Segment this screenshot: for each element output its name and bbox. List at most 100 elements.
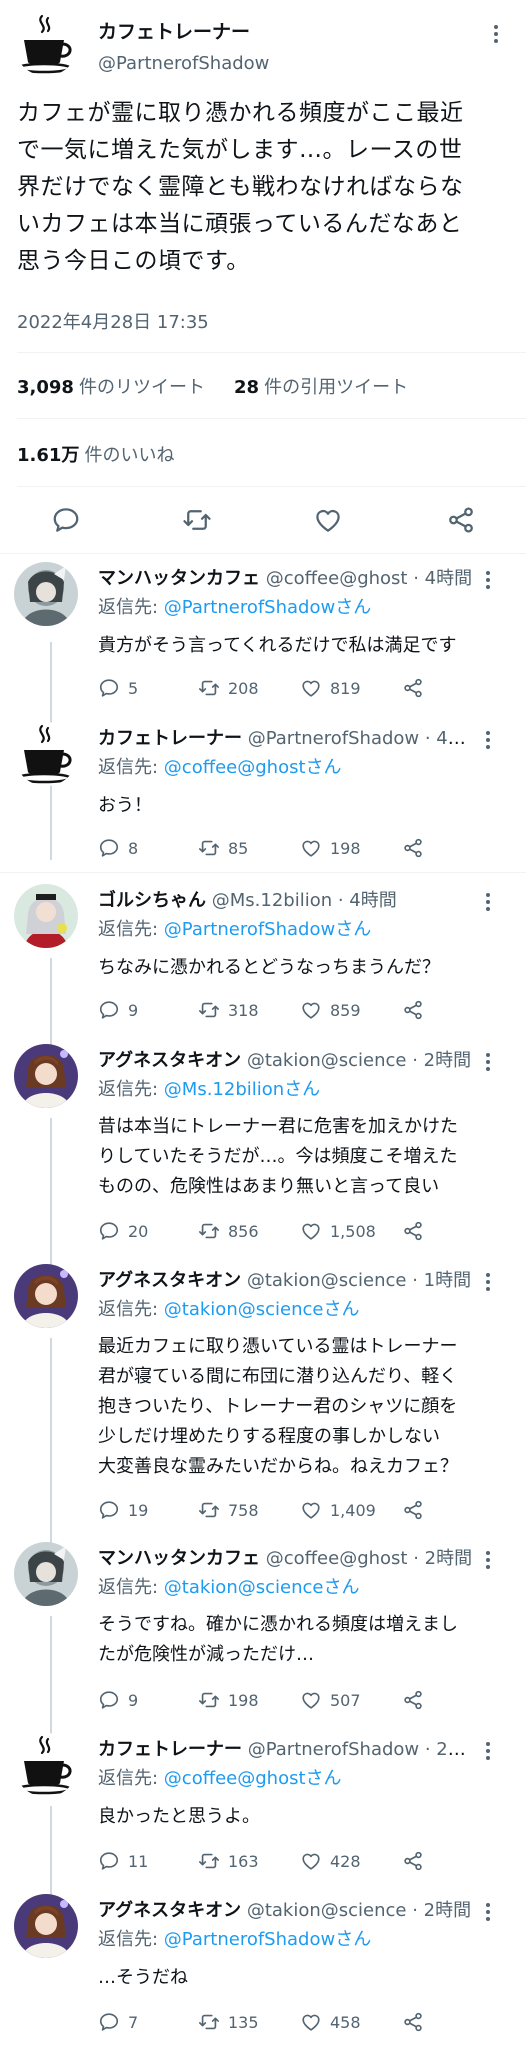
reply-author-meta[interactable]: @PartnerofShadow · 2時間 xyxy=(248,1739,478,1760)
reply-author-meta[interactable]: @takion@science · 1時間 xyxy=(247,1270,471,1291)
reply-text-line: 最近カフェに取り憑いている霊はトレーナー xyxy=(98,1336,458,1357)
avatar[interactable] xyxy=(14,12,78,76)
avatar[interactable] xyxy=(14,1733,78,1797)
more-options-icon[interactable] xyxy=(476,1548,500,1572)
reply-to-prefix: 返信先: xyxy=(98,1079,164,1100)
reply-button[interactable]: 11 xyxy=(98,1850,198,1872)
share-button[interactable] xyxy=(402,1220,432,1242)
like-button[interactable]: 859 xyxy=(300,999,402,1021)
share-icon[interactable] xyxy=(446,505,476,535)
reply-to-link[interactable]: @takion@scienceさん xyxy=(164,1299,360,1320)
reply-author-meta[interactable]: @takion@science · 2時間 xyxy=(247,1900,471,1921)
like-count: 1.61万 xyxy=(17,445,80,466)
retweet-stats[interactable]: 3,098 件のリツイート xyxy=(17,373,205,399)
reply-text-line: 君が寝ている間に布団に潜り込んだり、軽く xyxy=(98,1366,458,1387)
reply-button[interactable]: 19 xyxy=(98,1499,198,1521)
reply-author-meta[interactable]: @takion@science · 2時間 xyxy=(247,1050,471,1071)
like-button[interactable]: 1,508 xyxy=(300,1220,402,1242)
reply-button[interactable]: 9 xyxy=(98,1689,198,1711)
like-stats[interactable]: 1.61万 件のいいね xyxy=(17,441,175,467)
tweet-datetime[interactable]: 2022年4月28日 17:35 xyxy=(17,308,209,334)
reply-author-name[interactable]: マンハッタンカフェ xyxy=(98,568,260,589)
reply-to-link[interactable]: @PartnerofShadowさん xyxy=(164,919,371,940)
reply-author-name[interactable]: アグネスタキオン xyxy=(98,1900,241,1921)
reply-icon xyxy=(99,1501,119,1519)
avatar[interactable] xyxy=(14,1542,78,1606)
like-button[interactable]: 198 xyxy=(300,837,402,859)
retweet-icon[interactable] xyxy=(182,505,212,535)
more-options-icon[interactable] xyxy=(484,22,508,46)
more-options-icon[interactable] xyxy=(476,568,500,592)
reply-author-name[interactable]: アグネスタキオン xyxy=(98,1050,241,1071)
reply-button[interactable]: 8 xyxy=(98,837,198,859)
reply-text-line: 昔は本当にトレーナー君に危害を加えかけた xyxy=(98,1116,458,1137)
like-button[interactable]: 428 xyxy=(300,1850,402,1872)
reply-text: 貴方がそう言ってくれるだけで私は満足です xyxy=(98,631,503,661)
reply-to-link[interactable]: @Ms.12bilionさん xyxy=(164,1079,320,1100)
avatar[interactable] xyxy=(14,562,78,626)
reply-count: 11 xyxy=(128,1851,149,1871)
avatar[interactable] xyxy=(14,1044,78,1108)
reply-author-name[interactable]: マンハッタンカフェ xyxy=(98,1548,260,1569)
reply-button[interactable]: 9 xyxy=(98,999,198,1021)
reply-actions: 9 318 859 xyxy=(98,998,432,1022)
like-count: 1,508 xyxy=(330,1221,376,1241)
more-options-icon[interactable] xyxy=(476,1739,500,1763)
retweet-button[interactable]: 85 xyxy=(198,837,300,859)
more-options-icon[interactable] xyxy=(476,1050,500,1074)
reply-author-name[interactable]: カフェトレーナー xyxy=(98,1739,242,1760)
retweet-icon xyxy=(199,1002,219,1018)
author-handle[interactable]: @PartnerofShadow xyxy=(98,53,269,74)
reply-author-name[interactable]: カフェトレーナー xyxy=(98,728,242,749)
share-button[interactable] xyxy=(402,837,432,859)
reply-button[interactable]: 5 xyxy=(98,677,198,699)
retweet-button[interactable]: 198 xyxy=(198,1689,300,1711)
reply-header: マンハッタンカフェ @coffee@ghost · 4時間 xyxy=(98,567,478,591)
reply-author-meta[interactable]: @coffee@ghost · 4時間 xyxy=(266,568,472,589)
avatar[interactable] xyxy=(14,1264,78,1328)
retweet-button[interactable]: 208 xyxy=(198,677,300,699)
retweet-button[interactable]: 758 xyxy=(198,1499,300,1521)
reply-author-name[interactable]: アグネスタキオン xyxy=(98,1270,241,1291)
reply-author-meta[interactable]: @Ms.12bilion · 4時間 xyxy=(212,890,397,911)
reply-to-link[interactable]: @PartnerofShadowさん xyxy=(164,597,371,618)
reply-to-link[interactable]: @coffee@ghostさん xyxy=(164,1768,342,1789)
more-options-icon[interactable] xyxy=(476,728,500,752)
retweet-button[interactable]: 318 xyxy=(198,999,300,1021)
share-button[interactable] xyxy=(402,677,432,699)
share-button[interactable] xyxy=(402,2011,432,2033)
avatar[interactable] xyxy=(14,884,78,948)
like-icon[interactable] xyxy=(313,505,343,535)
avatar[interactable] xyxy=(14,722,78,786)
reply-to-prefix: 返信先: xyxy=(98,1929,164,1950)
reply-to-link[interactable]: @coffee@ghostさん xyxy=(164,757,342,778)
reply-text: そうですね。確かに憑かれる頻度は増えまし たが危険性が減っただけ… xyxy=(98,1610,503,1670)
avatar[interactable] xyxy=(14,1894,78,1958)
like-button[interactable]: 458 xyxy=(300,2011,402,2033)
reply-button[interactable]: 20 xyxy=(98,1220,198,1242)
reply-author-name[interactable]: ゴルシちゃん xyxy=(98,890,206,911)
author-name[interactable]: カフェトレーナー xyxy=(98,17,250,44)
share-button[interactable] xyxy=(402,1689,432,1711)
retweet-button[interactable]: 135 xyxy=(198,2011,300,2033)
share-button[interactable] xyxy=(402,1499,432,1521)
tweet-text-line: いカフェは本当に頑張っているんだなあと xyxy=(17,211,463,237)
like-button[interactable]: 507 xyxy=(300,1689,402,1711)
reply-author-meta[interactable]: @PartnerofShadow · 4時間 xyxy=(248,728,478,749)
more-options-icon[interactable] xyxy=(476,1900,500,1924)
divider xyxy=(17,418,526,419)
like-button[interactable]: 1,409 xyxy=(300,1499,402,1521)
retweet-button[interactable]: 856 xyxy=(198,1220,300,1242)
like-button[interactable]: 819 xyxy=(300,677,402,699)
reply-button[interactable]: 7 xyxy=(98,2011,198,2033)
more-options-icon[interactable] xyxy=(476,1270,500,1294)
reply-author-meta[interactable]: @coffee@ghost · 2時間 xyxy=(266,1548,472,1569)
reply-icon[interactable] xyxy=(51,505,81,535)
more-options-icon[interactable] xyxy=(476,890,500,914)
retweet-button[interactable]: 163 xyxy=(198,1850,300,1872)
reply-to-link[interactable]: @takion@scienceさん xyxy=(164,1577,360,1598)
share-button[interactable] xyxy=(402,1850,432,1872)
reply-to-link[interactable]: @PartnerofShadowさん xyxy=(164,1929,371,1950)
quote-stats[interactable]: 28 件の引用ツイート xyxy=(234,373,408,399)
share-button[interactable] xyxy=(402,999,432,1021)
